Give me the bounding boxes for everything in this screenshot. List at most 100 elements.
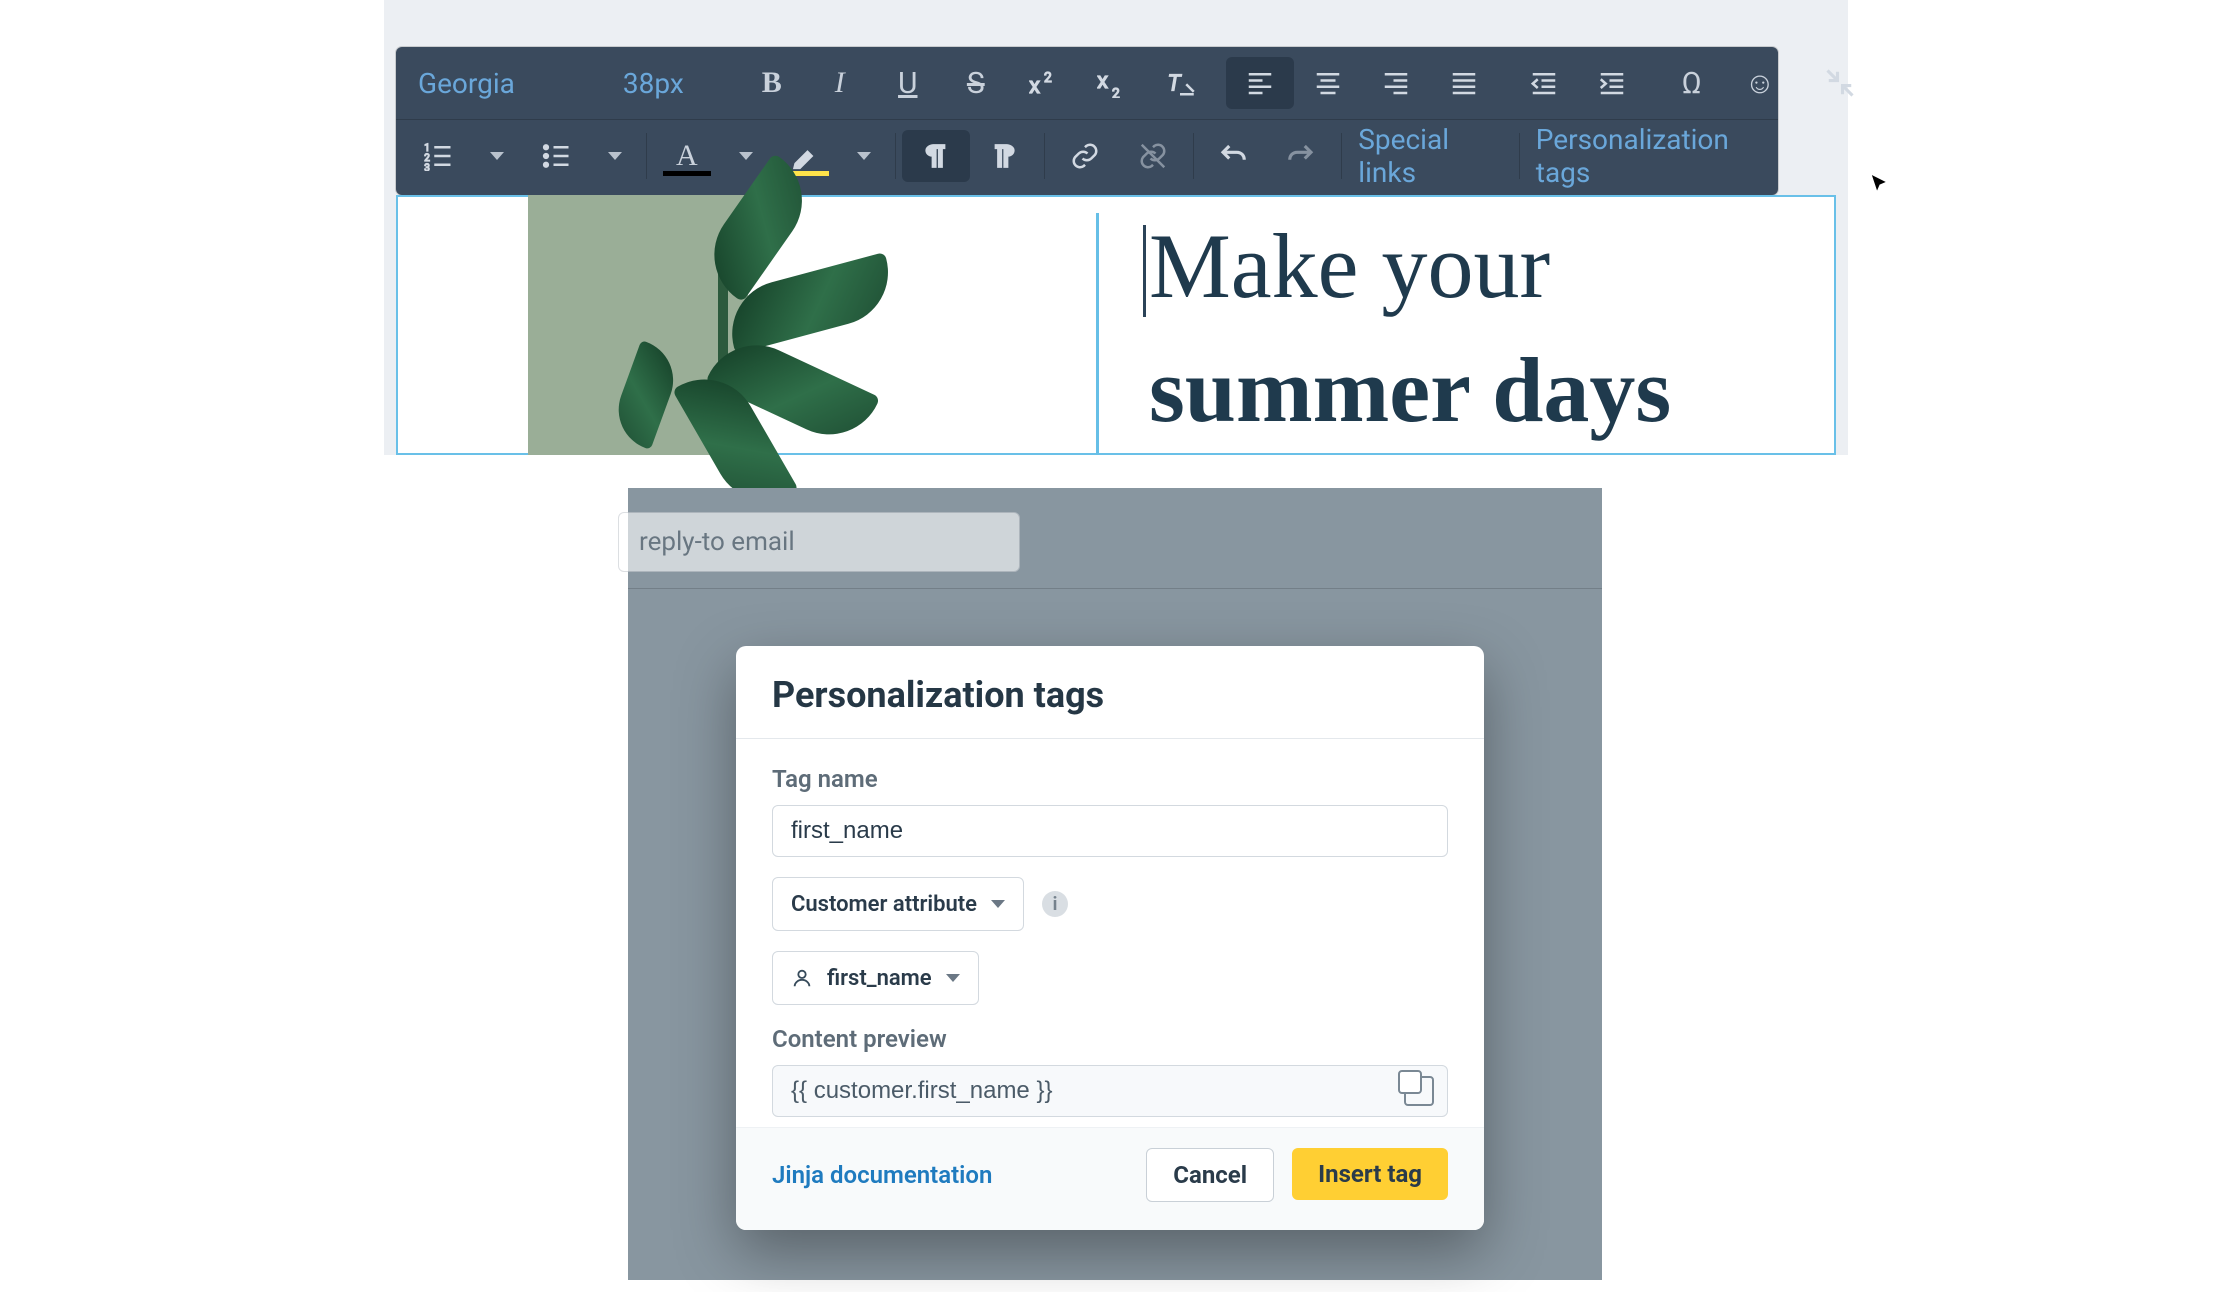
align-center-button[interactable] (1294, 57, 1362, 109)
canvas-image-block (528, 195, 908, 455)
fullscreen-toggle-button[interactable] (1806, 57, 1874, 109)
content-preview-label: Content preview (772, 1025, 1448, 1053)
chevron-down-icon (857, 152, 871, 160)
personalization-tags-button[interactable]: Personalization tags (1526, 130, 1763, 182)
special-links-button[interactable]: Special links (1348, 130, 1513, 182)
modal-header: Personalization tags (736, 646, 1484, 739)
undo-icon (1218, 141, 1248, 171)
editor-canvas[interactable]: Make your summer days (396, 195, 1836, 455)
emoji-button[interactable]: ☺ (1726, 57, 1794, 109)
font-family-select[interactable]: Georgia (404, 57, 609, 109)
toolbar-separator (1341, 133, 1342, 179)
bold-button[interactable]: B (738, 57, 806, 109)
special-char-button[interactable]: Ω (1658, 57, 1726, 109)
toolbar-separator (1193, 133, 1194, 179)
indent-button[interactable] (1578, 57, 1646, 109)
toolbar-separator (646, 133, 647, 179)
chevron-down-icon (490, 152, 504, 160)
chevron-down-icon (739, 152, 753, 160)
canvas-text-block[interactable]: Make your summer days (1096, 213, 1836, 455)
jinja-doc-link[interactable]: Jinja documentation (772, 1161, 992, 1189)
special-links-label: Special links (1358, 123, 1489, 189)
unlink-icon (1138, 141, 1168, 171)
info-icon[interactable]: i (1042, 891, 1068, 917)
superscript-icon: x2 (1029, 68, 1059, 98)
align-left-button[interactable] (1226, 57, 1294, 109)
clear-formatting-button[interactable]: T (1146, 57, 1214, 109)
subscript-icon: x2 (1097, 68, 1127, 98)
svg-text:T: T (1167, 71, 1182, 97)
chevron-down-icon (946, 974, 960, 982)
tag-name-label: Tag name (772, 765, 1448, 793)
toolbar-separator (895, 133, 896, 179)
font-size-value: 38px (623, 67, 684, 100)
rich-text-toolbar: Georgia 38px B I U S x2 x2 (396, 47, 1778, 195)
redo-button[interactable] (1267, 130, 1335, 182)
toolbar-separator (1044, 133, 1045, 179)
insert-link-button[interactable] (1051, 130, 1119, 182)
headline-line-2[interactable]: summer days (1149, 337, 1836, 443)
rtl-button[interactable] (970, 130, 1038, 182)
italic-icon: I (835, 66, 845, 100)
align-right-button[interactable] (1362, 57, 1430, 109)
align-left-icon (1245, 68, 1275, 98)
outdent-button[interactable] (1510, 57, 1578, 109)
headline-line-1[interactable]: Make your (1149, 213, 1836, 319)
insert-tag-button[interactable]: Insert tag (1292, 1148, 1448, 1200)
subscript-button[interactable]: x2 (1078, 57, 1146, 109)
attribute-select-value: first_name (827, 966, 932, 991)
mouse-pointer-icon (1868, 172, 1892, 196)
chevron-down-icon (608, 152, 622, 160)
pilcrow-rtl-icon (989, 141, 1019, 171)
pilcrow-ltr-icon (921, 141, 951, 171)
toolbar-separator (1519, 133, 1520, 179)
ordered-list-button[interactable]: 123 (404, 130, 472, 182)
omega-icon: Ω (1682, 66, 1702, 101)
svg-text:2: 2 (1044, 70, 1052, 86)
font-size-select[interactable]: 38px (609, 57, 726, 109)
toolbar-row-1: Georgia 38px B I U S x2 x2 (396, 47, 1778, 119)
font-color-icon: A (676, 139, 698, 173)
undo-button[interactable] (1199, 130, 1267, 182)
outdent-icon (1529, 68, 1559, 98)
reply-to-input[interactable]: reply-to email (618, 512, 1020, 572)
svg-text:x: x (1029, 73, 1040, 98)
tag-name-input[interactable] (772, 805, 1448, 857)
personalization-tags-label: Personalization tags (1536, 123, 1753, 189)
underline-icon: U (898, 66, 917, 101)
font-family-value: Georgia (418, 67, 515, 100)
emoji-icon: ☺ (1744, 66, 1775, 101)
modal-backdrop: reply-to email Personalization tags Tag … (628, 488, 1602, 1280)
reply-to-placeholder: reply-to email (639, 527, 795, 557)
ordered-list-options[interactable] (472, 130, 522, 182)
svg-text:x: x (1097, 68, 1108, 94)
unordered-list-icon (541, 141, 571, 171)
cancel-button[interactable]: Cancel (1146, 1148, 1274, 1202)
italic-button[interactable]: I (806, 57, 874, 109)
align-justify-icon (1449, 68, 1479, 98)
bold-icon: B (762, 66, 782, 100)
svg-text:3: 3 (424, 163, 430, 171)
link-icon (1070, 141, 1100, 171)
content-preview-input[interactable] (772, 1065, 1448, 1117)
modal-title: Personalization tags (772, 674, 1448, 716)
underline-button[interactable]: U (874, 57, 942, 109)
clear-format-icon: T (1165, 68, 1195, 98)
scope-select-value: Customer attribute (791, 892, 977, 917)
align-justify-button[interactable] (1430, 57, 1498, 109)
ltr-button[interactable] (902, 130, 970, 182)
strikethrough-icon: S (967, 66, 985, 101)
remove-link-button[interactable] (1119, 130, 1187, 182)
person-icon (791, 967, 813, 989)
superscript-button[interactable]: x2 (1010, 57, 1078, 109)
scope-select[interactable]: Customer attribute (772, 877, 1024, 931)
align-right-icon (1381, 68, 1411, 98)
redo-icon (1286, 141, 1316, 171)
attribute-select[interactable]: first_name (772, 951, 979, 1005)
plant-illustration (568, 175, 908, 475)
exit-fullscreen-icon (1825, 68, 1855, 98)
modal-footer: Jinja documentation Cancel Insert tag (736, 1127, 1484, 1230)
divider (628, 588, 1602, 589)
copy-icon[interactable] (1404, 1076, 1434, 1106)
strikethrough-button[interactable]: S (942, 57, 1010, 109)
